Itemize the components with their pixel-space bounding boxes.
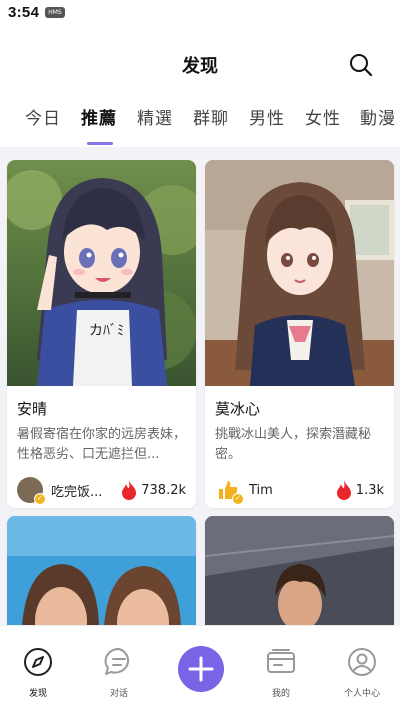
tab-featured[interactable]: 精選 [137, 104, 173, 129]
author-avatar[interactable]: ✓ [215, 477, 244, 505]
search-icon [350, 54, 373, 77]
nav-chats[interactable]: 对话 [79, 646, 159, 699]
author-name[interactable]: 吃完饭... [51, 481, 121, 500]
character-image: カﾊﾞﾐ [7, 160, 196, 386]
character-image [7, 516, 196, 625]
compass-icon [24, 648, 52, 676]
heat-count: 738.2k [141, 482, 186, 498]
wallet-icon [267, 649, 295, 673]
chat-bubble-icon [104, 647, 130, 675]
tab-female[interactable]: 女性 [305, 104, 341, 129]
page-title: 发现 [182, 56, 218, 77]
heat-count: 1.3k [355, 482, 384, 498]
bottom-nav: 发现 对话 我的 个人中心 [0, 625, 400, 711]
search-button[interactable] [348, 52, 374, 78]
active-tab-indicator [87, 142, 113, 145]
character-feed[interactable]: カﾊﾞﾐ 安晴 暑假寄宿在你家的远房表妹，性格恶劣、口无遮拦但... ✓ 吃完饭… [0, 155, 400, 625]
verified-badge-icon: ✓ [34, 493, 46, 505]
user-icon [348, 648, 376, 676]
heat-stat: 738.2k [121, 480, 186, 500]
nav-mine[interactable]: 我的 [241, 646, 321, 699]
flame-icon [336, 480, 351, 500]
character-name: 莫冰心 [215, 400, 261, 418]
character-image [205, 160, 394, 386]
nav-profile[interactable]: 个人中心 [322, 646, 400, 699]
character-image [205, 516, 394, 625]
nav-label: 对话 [109, 689, 128, 699]
card-footer: ✓ Tim 1.3k [215, 477, 384, 505]
character-card[interactable] [7, 516, 196, 625]
verified-badge-icon: ✓ [232, 493, 244, 505]
character-card[interactable] [205, 516, 394, 625]
status-time: 3:54 [8, 3, 40, 21]
svg-text:カﾊﾞﾐ: カﾊﾞﾐ [89, 323, 124, 339]
character-name: 安晴 [17, 400, 48, 418]
tab-male[interactable]: 男性 [249, 104, 285, 129]
plus-icon [188, 656, 214, 682]
tab-anime[interactable]: 動漫 [360, 104, 396, 129]
nav-label: 个人中心 [343, 689, 380, 699]
category-tabs: 今日 推薦 精選 群聊 男性 女性 動漫 [0, 98, 400, 146]
status-bar: 3:54 HMS [0, 0, 400, 24]
create-button[interactable] [178, 646, 224, 692]
character-card[interactable]: カﾊﾞﾐ 安晴 暑假寄宿在你家的远房表妹，性格恶劣、口无遮拦但... ✓ 吃完饭… [7, 160, 196, 508]
divider [0, 147, 400, 155]
author-avatar[interactable]: ✓ [17, 477, 46, 505]
flame-icon [122, 480, 137, 500]
nav-label: 发现 [28, 689, 47, 699]
character-description: 挑戰冰山美人，探索潛藏秘密。 [215, 427, 372, 462]
card-footer: ✓ 吃完饭... 738.2k [17, 477, 186, 505]
character-card[interactable]: 莫冰心 挑戰冰山美人，探索潛藏秘密。 ✓ Tim 1.3k [205, 160, 394, 508]
heat-stat: 1.3k [336, 480, 384, 500]
character-description: 暑假寄宿在你家的远房表妹，性格恶劣、口无遮拦但... [17, 427, 186, 462]
tab-group-chat[interactable]: 群聊 [193, 104, 229, 129]
author-name[interactable]: Tim [249, 483, 336, 498]
status-badge: HMS [45, 6, 65, 18]
tab-recommended[interactable]: 推薦 [81, 104, 117, 129]
header: 发现 [0, 44, 400, 84]
tab-today[interactable]: 今日 [25, 104, 61, 129]
nav-discover[interactable]: 发现 [0, 646, 78, 699]
nav-label: 我的 [271, 689, 290, 699]
